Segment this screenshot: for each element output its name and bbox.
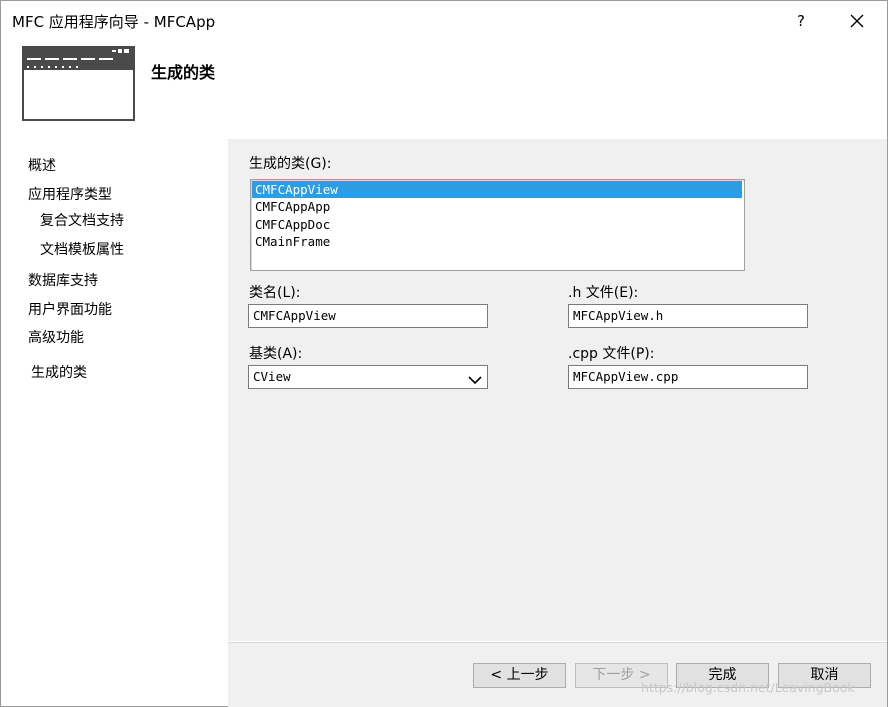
base-class-label: 基类(A):	[249, 346, 303, 362]
class-name-field[interactable]: CMFCAppView	[248, 304, 488, 328]
list-item[interactable]: CMFCAppApp	[252, 198, 742, 215]
generated-classes-list[interactable]: CMFCAppView CMFCAppApp CMFCAppDoc CMainF…	[250, 179, 745, 271]
list-item[interactable]: CMainFrame	[252, 233, 742, 250]
base-class-selected-value: CView	[253, 369, 291, 384]
chevron-down-icon[interactable]	[467, 371, 483, 385]
close-button[interactable]	[843, 7, 871, 35]
sidebar-item-compound-document[interactable]: 复合文档支持	[40, 210, 124, 230]
help-button[interactable]: ?	[787, 7, 815, 35]
watermark-text: https://blog.csdn.net/LeavingBook	[641, 680, 855, 695]
generated-classes-label: 生成的类(G):	[249, 156, 332, 172]
wizard-window: MFC 应用程序向导 - MFCApp ? 生成的类 概述 应用程序类型 复合文…	[0, 0, 888, 707]
window-title: MFC 应用程序向导 - MFCApp	[12, 13, 216, 31]
wizard-footer: < 上一步 下一步 > 完成 取消	[228, 642, 887, 707]
close-icon	[850, 14, 864, 28]
sidebar-item-advanced-features[interactable]: 高级功能	[28, 327, 84, 347]
list-item[interactable]: CMFCAppView	[252, 181, 742, 198]
sidebar-item-overview[interactable]: 概述	[28, 155, 56, 175]
page-title: 生成的类	[151, 63, 216, 82]
sidebar-item-database-support[interactable]: 数据库支持	[28, 270, 98, 290]
sidebar-item-generated-classes[interactable]: 生成的类	[31, 362, 87, 382]
cpp-file-label: .cpp 文件(P):	[568, 346, 655, 362]
window-app-icon	[22, 46, 135, 125]
wizard-main-panel: 生成的类(G): CMFCAppView CMFCAppApp CMFCAppD…	[228, 139, 887, 641]
h-file-field[interactable]: MFCAppView.h	[568, 304, 808, 328]
back-button[interactable]: < 上一步	[473, 663, 566, 688]
h-file-label: .h 文件(E):	[568, 285, 639, 301]
sidebar-item-document-template[interactable]: 文档模板属性	[40, 239, 124, 259]
sidebar-item-ui-features[interactable]: 用户界面功能	[28, 299, 112, 319]
title-bar: MFC 应用程序向导 - MFCApp ?	[1, 1, 887, 41]
base-class-select[interactable]: CView	[248, 365, 488, 389]
cpp-file-field[interactable]: MFCAppView.cpp	[568, 365, 808, 389]
class-name-label: 类名(L):	[249, 285, 301, 301]
wizard-header: 生成的类	[1, 41, 887, 139]
sidebar-item-application-type[interactable]: 应用程序类型	[28, 184, 112, 204]
wizard-sidebar: 概述 应用程序类型 复合文档支持 文档模板属性 数据库支持 用户界面功能 高级功…	[1, 139, 227, 706]
list-item[interactable]: CMFCAppDoc	[252, 216, 742, 233]
